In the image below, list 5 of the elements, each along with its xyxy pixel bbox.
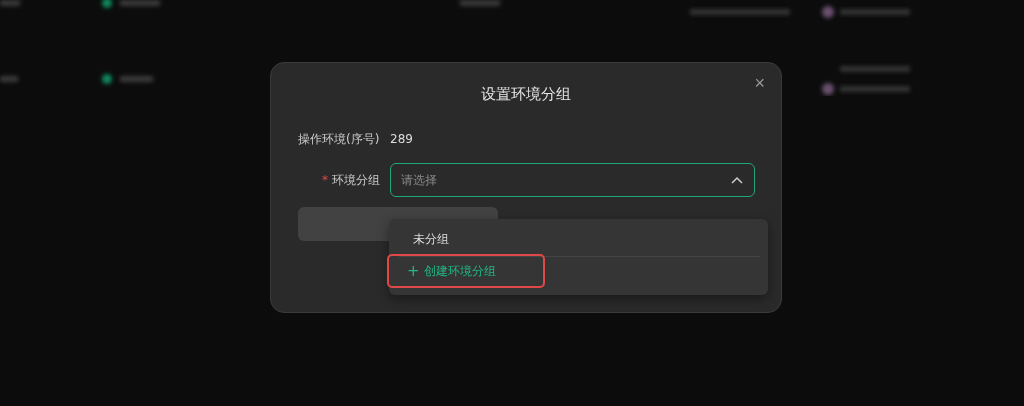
- field-value: 289: [390, 132, 413, 146]
- dialog-title: 设置环境分组: [481, 85, 571, 105]
- field-label: 环境分组: [332, 171, 380, 189]
- field-label: 操作环境(序号): [298, 130, 381, 148]
- required-mark: *: [322, 173, 328, 187]
